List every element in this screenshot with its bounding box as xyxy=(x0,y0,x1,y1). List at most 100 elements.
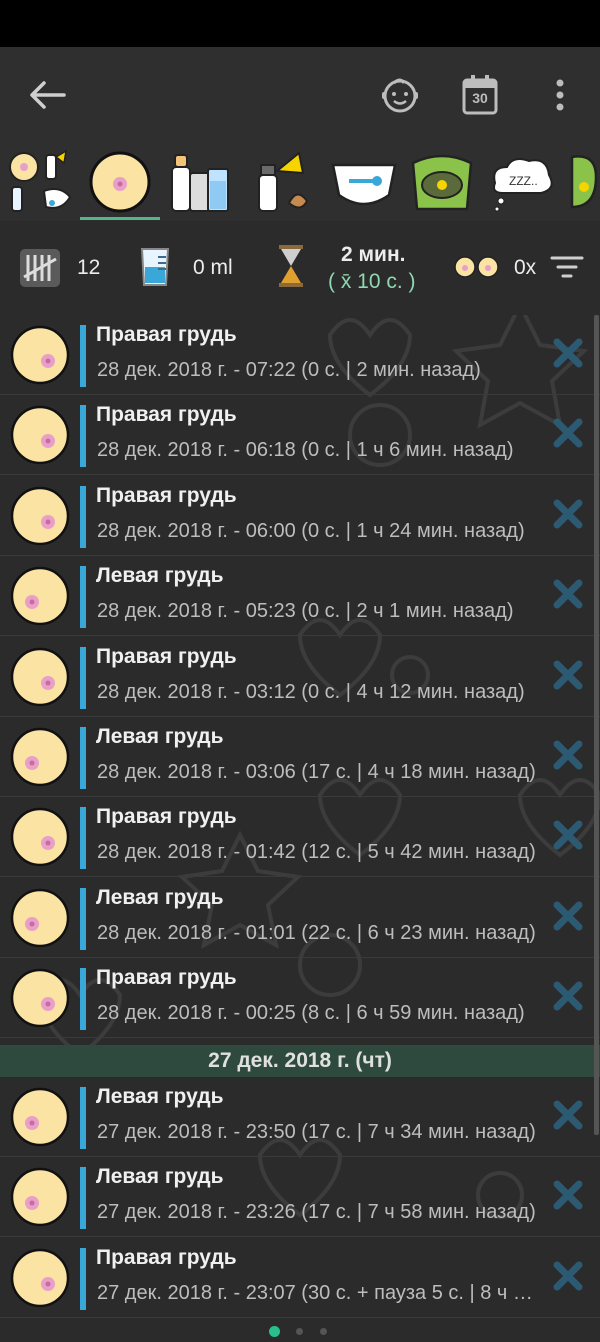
list-item[interactable]: Правая грудь 27 дек. 2018 г. - 23:07 (30 … xyxy=(0,1238,600,1318)
entry-color-bar xyxy=(80,807,86,870)
bottle-tab[interactable] xyxy=(160,147,234,217)
list-item[interactable]: Правая грудь 28 дек. 2018 г. - 03:12 (0 с… xyxy=(0,637,600,717)
volume-cup-icon xyxy=(140,248,170,286)
potty-icon xyxy=(411,154,473,211)
delete-icon[interactable] xyxy=(552,1260,584,1292)
feeding-overview-tab[interactable] xyxy=(4,147,78,217)
delete-icon[interactable] xyxy=(552,980,584,1012)
entry-title: Левая грудь xyxy=(96,1085,224,1108)
category-tabs: ZZZ.. xyxy=(0,143,600,221)
potty-tab[interactable] xyxy=(405,147,479,217)
page-dot-2 xyxy=(296,1328,303,1335)
entry-color-bar xyxy=(80,968,86,1031)
page-dot-3 xyxy=(320,1328,327,1335)
list-scrollbar[interactable] xyxy=(594,315,599,1135)
entry-color-bar xyxy=(80,325,86,387)
entry-title: Правая грудь xyxy=(96,1245,237,1269)
bib-icon xyxy=(570,155,598,209)
list-item[interactable]: Левая грудь 28 дек. 2018 г. - 03:06 (17 с… xyxy=(0,717,600,797)
entry-color-bar xyxy=(80,405,86,468)
left-breast-icon xyxy=(10,888,70,948)
list-item[interactable]: Правая грудь 28 дек. 2018 г. - 00:25 (8 с… xyxy=(0,958,600,1039)
right-breast-icon xyxy=(10,325,70,385)
right-breast-icon xyxy=(10,807,70,867)
entry-title: Левая грудь xyxy=(96,564,224,588)
calendar-icon[interactable]: 30 xyxy=(460,74,500,116)
entry-detail: 28 дек. 2018 г. - 01:01 (22 с. | 6 ч 23 … xyxy=(97,921,536,944)
entry-title: Правая грудь xyxy=(96,483,237,507)
entry-title: Правая грудь xyxy=(96,403,237,427)
list-item[interactable]: Левая грудь 27 дек. 2018 г. - 23:50 (17 с… xyxy=(0,1077,600,1157)
entry-detail: 28 дек. 2018 г. - 07:22 (0 с. | 2 мин. н… xyxy=(97,359,481,381)
left-breast-icon xyxy=(10,727,70,787)
entry-title: Правая грудь xyxy=(96,644,237,668)
back-arrow-icon[interactable] xyxy=(26,77,68,113)
status-bar xyxy=(0,0,600,47)
list-item[interactable]: Левая грудь 28 дек. 2018 г. - 01:01 (22 с… xyxy=(0,878,600,958)
sleep-tab[interactable]: ZZZ.. xyxy=(485,147,559,217)
entry-detail: 28 дек. 2018 г. - 06:18 (0 с. | 1 ч 6 ми… xyxy=(97,439,514,462)
delete-icon[interactable] xyxy=(552,659,584,691)
svg-text:ZZZ..: ZZZ.. xyxy=(509,174,538,188)
entry-detail: 28 дек. 2018 г. - 06:00 (0 с. | 1 ч 24 м… xyxy=(97,519,525,542)
entry-title: Левая грудь xyxy=(96,725,224,748)
delete-icon[interactable] xyxy=(552,1099,584,1131)
entry-detail: 28 дек. 2018 г. - 03:12 (0 с. | 4 ч 12 м… xyxy=(97,680,525,703)
delete-icon[interactable] xyxy=(552,578,584,610)
feeding-overview-icon xyxy=(9,149,72,212)
overflow-menu-icon[interactable] xyxy=(545,77,575,113)
right-breast-icon xyxy=(10,486,70,546)
entry-color-bar xyxy=(80,485,86,548)
sleep-cloud-icon: ZZZ.. xyxy=(493,158,553,212)
entry-color-bar xyxy=(80,1247,86,1310)
right-breast-icon xyxy=(10,647,70,707)
entry-color-bar xyxy=(80,727,86,789)
page-indicator xyxy=(0,1320,600,1342)
pumping-tab[interactable] xyxy=(245,147,319,217)
bottle-icon xyxy=(171,154,229,212)
diaper-tab[interactable] xyxy=(327,147,401,217)
right-breast-icon xyxy=(10,405,70,465)
entry-detail: 28 дек. 2018 г. - 05:23 (0 с. | 2 ч 1 ми… xyxy=(97,600,514,623)
list-item[interactable]: Правая грудь 28 дек. 2018 г. - 06:00 (0 с… xyxy=(0,476,600,556)
average-duration: ( x̄ 10 с. ) xyxy=(328,270,416,293)
breastfeeding-tab[interactable] xyxy=(83,147,157,217)
entry-detail: 27 дек. 2018 г. - 23:50 (17 с. | 7 ч 34 … xyxy=(97,1121,536,1143)
right-breast-icon xyxy=(10,968,70,1028)
list-item[interactable]: Правая грудь 28 дек. 2018 г. - 07:22 (0 с… xyxy=(0,315,600,395)
feeding-log-list: Правая грудь 28 дек. 2018 г. - 07:22 (0 с… xyxy=(0,315,600,1320)
entry-detail: 28 дек. 2018 г. - 03:06 (17 с. | 4 ч 18 … xyxy=(97,761,536,783)
entry-title: Правая грудь xyxy=(96,323,237,346)
delete-icon[interactable] xyxy=(552,498,584,530)
calendar-day-number: 30 xyxy=(472,90,488,106)
list-item[interactable]: Левая грудь 28 дек. 2018 г. - 05:23 (0 с.… xyxy=(0,556,600,637)
delete-icon[interactable] xyxy=(552,900,584,932)
list-item[interactable]: Правая грудь 28 дек. 2018 г. - 06:18 (0 с… xyxy=(0,395,600,476)
total-duration: 2 мин. xyxy=(341,243,406,266)
breast-icon xyxy=(89,151,151,213)
bib-tab[interactable] xyxy=(566,147,600,217)
filter-icon[interactable] xyxy=(550,255,584,279)
entry-detail: 28 дек. 2018 г. - 00:25 (8 с. | 6 ч 59 м… xyxy=(97,1002,525,1025)
entry-color-bar xyxy=(80,1167,86,1230)
entry-color-bar xyxy=(80,646,86,709)
diaper-icon xyxy=(331,163,397,206)
total-volume: 0 ml xyxy=(193,256,233,279)
app-bar: 30 xyxy=(0,47,600,143)
entry-detail: 28 дек. 2018 г. - 01:42 (12 с. | 5 ч 42 … xyxy=(97,841,536,864)
delete-icon[interactable] xyxy=(552,417,584,449)
delete-icon[interactable] xyxy=(552,337,584,369)
both-breasts-icon xyxy=(454,256,499,278)
right-breast-icon xyxy=(10,1248,70,1308)
list-item[interactable]: Правая грудь 28 дек. 2018 г. - 01:42 (12 … xyxy=(0,797,600,878)
baby-face-icon[interactable] xyxy=(380,75,420,115)
list-item[interactable]: Левая грудь 27 дек. 2018 г. - 23:26 (17 с… xyxy=(0,1157,600,1238)
delete-icon[interactable] xyxy=(552,1179,584,1211)
active-tab-indicator xyxy=(80,217,160,220)
entry-color-bar xyxy=(80,887,86,950)
date-section-header: 27 дек. 2018 г. (чт) xyxy=(0,1045,600,1077)
delete-icon[interactable] xyxy=(552,819,584,851)
hourglass-icon xyxy=(279,245,303,287)
entry-detail: 27 дек. 2018 г. - 23:26 (17 с. | 7 ч 58 … xyxy=(97,1201,536,1224)
delete-icon[interactable] xyxy=(552,739,584,771)
